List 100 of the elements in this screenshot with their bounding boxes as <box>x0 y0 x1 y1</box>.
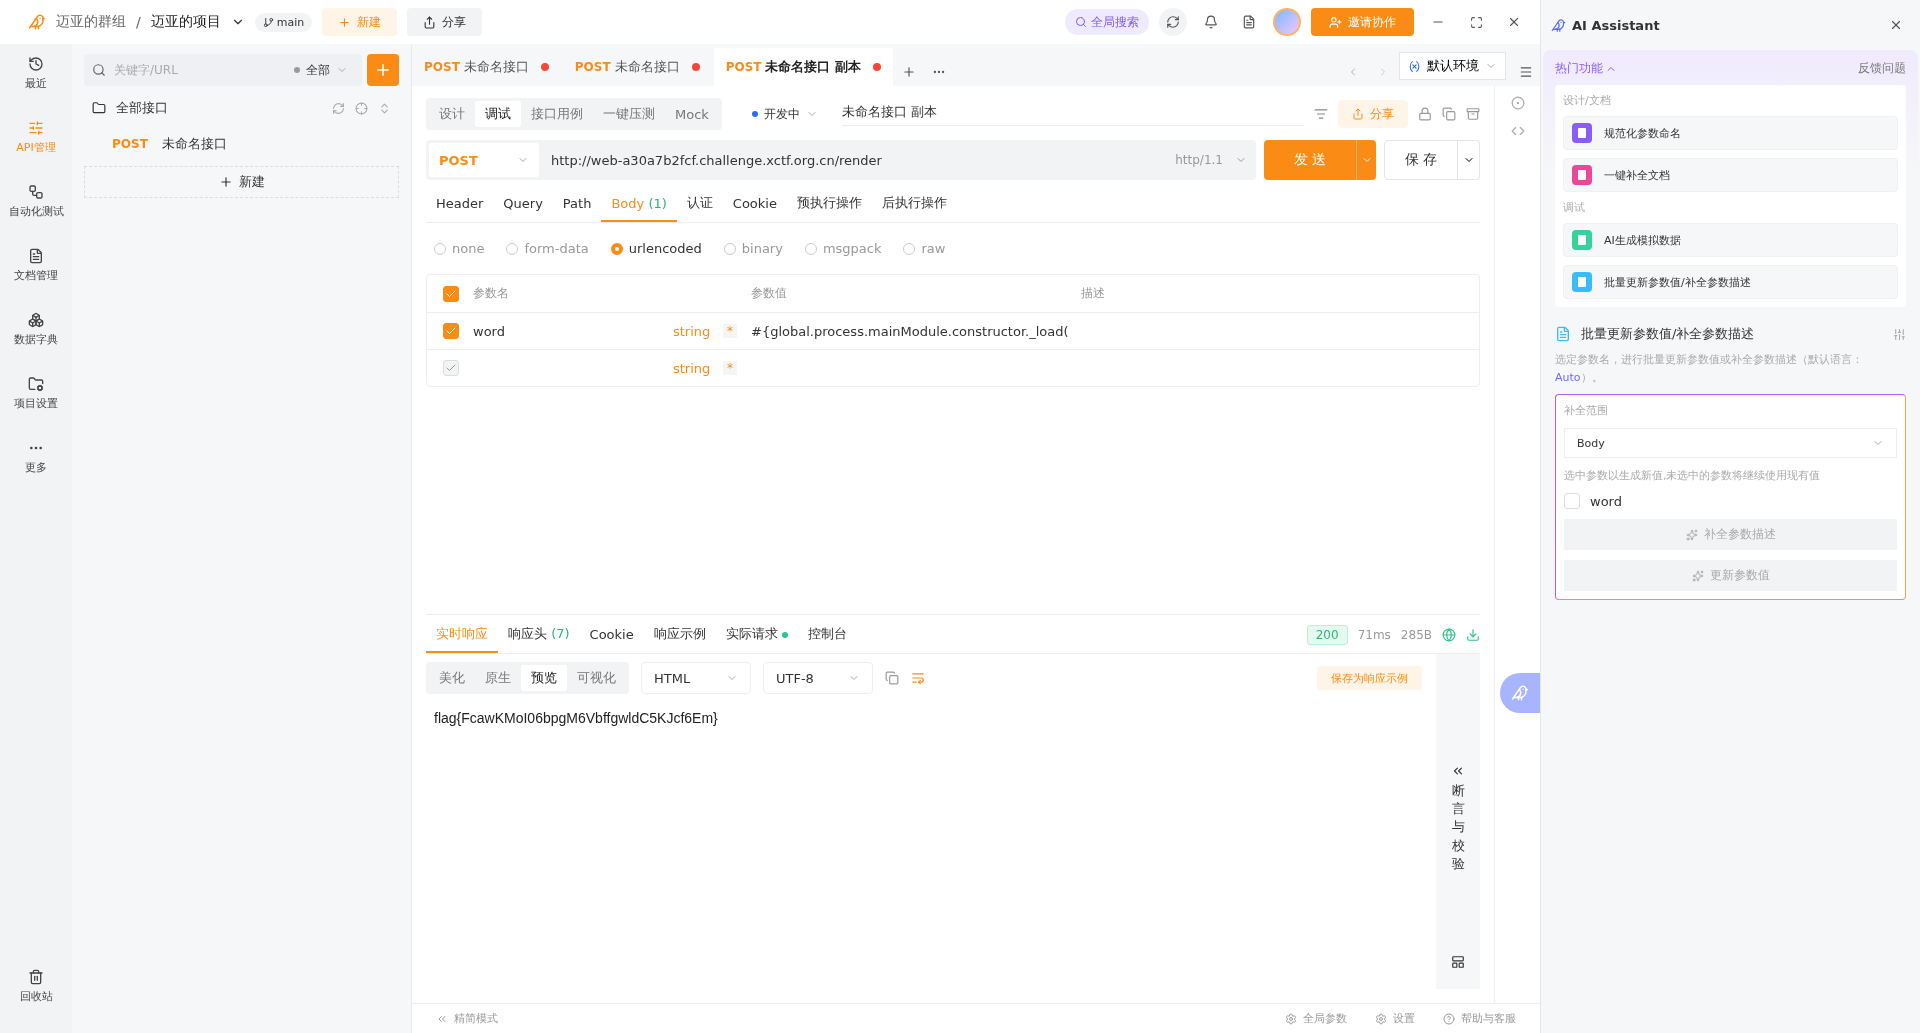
feedback-link[interactable]: 反馈问题 <box>1858 60 1906 77</box>
response-body: flag{FcawKMoI06bpgM6VbffgwldC5KJcf6Em} <box>433 709 719 728</box>
response-tab[interactable]: Cookie <box>579 617 644 653</box>
nav-item[interactable]: 文档管理 <box>0 248 72 312</box>
request-tab[interactable]: POST 未命名接口 副本 <box>713 48 893 86</box>
copy-icon <box>885 671 899 685</box>
param-tab[interactable]: 后执行操作 <box>871 186 957 222</box>
search-icon <box>1075 16 1087 28</box>
param-tab[interactable]: Query <box>493 186 553 222</box>
search-icon <box>92 63 106 77</box>
help-icon <box>1443 1012 1455 1025</box>
language-link[interactable]: Auto <box>1555 370 1581 384</box>
environment-selector[interactable]: 默认环境 <box>1399 52 1506 80</box>
new-endpoint-button[interactable]: 新建 <box>84 166 399 198</box>
document-icon <box>28 248 44 264</box>
sparkle-icon <box>1691 569 1704 582</box>
view-tab[interactable]: 原生 <box>475 665 521 691</box>
app-logo-icon <box>28 13 46 31</box>
tree-item[interactable]: POST 未命名接口 <box>84 130 399 158</box>
refresh-icon <box>1166 15 1180 29</box>
copy-icon <box>1442 107 1456 121</box>
nav-item[interactable]: 数据字典 <box>0 312 72 376</box>
param-tab[interactable]: Path <box>552 186 602 222</box>
refresh-button[interactable] <box>1159 8 1187 36</box>
global-search-button[interactable]: 全局搜索 <box>1065 9 1149 35</box>
api-name-field[interactable]: 未命名接口 副本 <box>841 102 1304 126</box>
param-tab[interactable]: 预执行操作 <box>786 186 872 222</box>
param-tab[interactable]: 认证 <box>676 186 723 222</box>
request-tab[interactable]: POST 未命名接口 <box>562 48 712 86</box>
assertions-toggle[interactable]: 断言与校验 <box>1451 782 1465 873</box>
locate-icon <box>355 101 368 115</box>
mode-tab[interactable]: 调试 <box>475 101 521 127</box>
feature-item[interactable]: AI生成模拟数据 <box>1563 223 1898 257</box>
tree-root-label[interactable]: 全部接口 <box>116 99 322 117</box>
branch-icon <box>262 16 274 28</box>
feature-item[interactable]: 一键补全文档 <box>1563 158 1898 192</box>
response-tab[interactable]: 响应头 (7) <box>498 617 580 653</box>
nav-item[interactable]: 更多 <box>0 440 72 504</box>
scope-selector[interactable]: Body <box>1564 428 1897 459</box>
branch-badge[interactable]: main <box>254 12 313 32</box>
row-checkbox[interactable] <box>443 323 459 339</box>
trash-nav-item[interactable]: 回收站 <box>0 969 72 1033</box>
globe-icon <box>1442 628 1456 642</box>
mode-tab[interactable]: 一键压测 <box>593 101 665 127</box>
document-icon <box>1242 15 1256 29</box>
view-tab[interactable]: 预览 <box>521 665 567 691</box>
breadcrumb-separator: / <box>136 14 141 30</box>
share-icon <box>423 15 437 29</box>
send-options-button[interactable] <box>1356 140 1376 180</box>
param-value-cell[interactable]: #{global.process.mainModule.constructor._load( <box>751 323 1081 339</box>
menu-icon <box>1519 65 1533 79</box>
hint-text: 选中参数以生成新值,未选中的参数将继续使用现有值 <box>1564 468 1822 484</box>
response-time: 71ms <box>1357 628 1391 642</box>
lock-icon <box>1418 107 1432 121</box>
tool-description: 选定参数名，进行批量更新参数值或补全参数描述（默认语言： Auto）。 <box>1555 352 1864 386</box>
group-title: 设计/文档 <box>1563 93 1612 108</box>
response-tab[interactable]: 响应示例 <box>643 617 716 653</box>
feature-item[interactable]: 规范化参数命名 <box>1563 116 1898 150</box>
body-type-radio[interactable]: urlencoded <box>610 241 702 256</box>
search-field[interactable]: 关键字/URL 全部 <box>84 54 362 86</box>
maximize-icon <box>1469 15 1483 29</box>
status-dropdown[interactable]: 开发中 <box>745 104 824 124</box>
assistant-logo-icon <box>1551 17 1566 33</box>
format-selector[interactable]: HTML <box>641 662 751 694</box>
nav-item[interactable]: 项目设置 <box>0 376 72 440</box>
collapse-icon <box>378 101 391 115</box>
hot-features-toggle[interactable]: 热门功能 <box>1555 60 1617 77</box>
mode-tab[interactable]: Mock <box>665 101 719 127</box>
share-button[interactable]: 分享 <box>407 8 483 36</box>
select-all-checkbox[interactable] <box>443 285 459 302</box>
response-tab[interactable]: 实际请求 <box>715 617 798 653</box>
response-tab[interactable]: 控制台 <box>797 617 857 653</box>
user-plus-icon <box>1329 15 1342 29</box>
param-checkbox[interactable] <box>1564 493 1580 510</box>
close-icon <box>1889 18 1903 32</box>
add-button[interactable] <box>367 54 399 86</box>
mode-tab[interactable]: 接口用例 <box>521 101 593 127</box>
filter-dropdown[interactable]: 全部 <box>288 60 354 80</box>
view-tab[interactable]: 美化 <box>429 665 475 691</box>
project-selector[interactable]: 迈亚的项目 <box>150 13 221 31</box>
view-tab[interactable]: 可视化 <box>567 665 626 691</box>
url-field[interactable]: http://web-a30a7b2fcf.challenge.xctf.org.cn/render <box>539 152 1170 168</box>
encoding-selector[interactable]: UTF-8 <box>763 662 873 694</box>
assistant-title: AI Assistant <box>1572 17 1661 33</box>
nav-item[interactable]: 最近 <box>0 56 72 120</box>
folder-icon <box>92 101 106 115</box>
team-link[interactable]: 迈亚的群组 <box>56 13 126 31</box>
feature-item[interactable]: 批量更新参数值/补全参数描述 <box>1563 265 1898 299</box>
plus-icon <box>218 175 233 189</box>
save-options-button[interactable] <box>1458 140 1480 180</box>
param-tab[interactable]: Cookie <box>722 186 787 222</box>
column-header: 描述 <box>1081 285 1106 302</box>
plus-icon <box>374 61 392 79</box>
mode-tab[interactable]: 设计 <box>429 101 475 127</box>
save-button[interactable]: 保 存 <box>1384 140 1458 180</box>
request-tab[interactable]: POST 未命名接口 <box>412 48 561 86</box>
nav-item[interactable]: 自动化测试 <box>0 184 72 248</box>
param-tab[interactable]: Header <box>426 186 494 222</box>
ai-assistant-button[interactable] <box>1500 673 1540 713</box>
param-name-cell[interactable]: word <box>473 323 673 339</box>
